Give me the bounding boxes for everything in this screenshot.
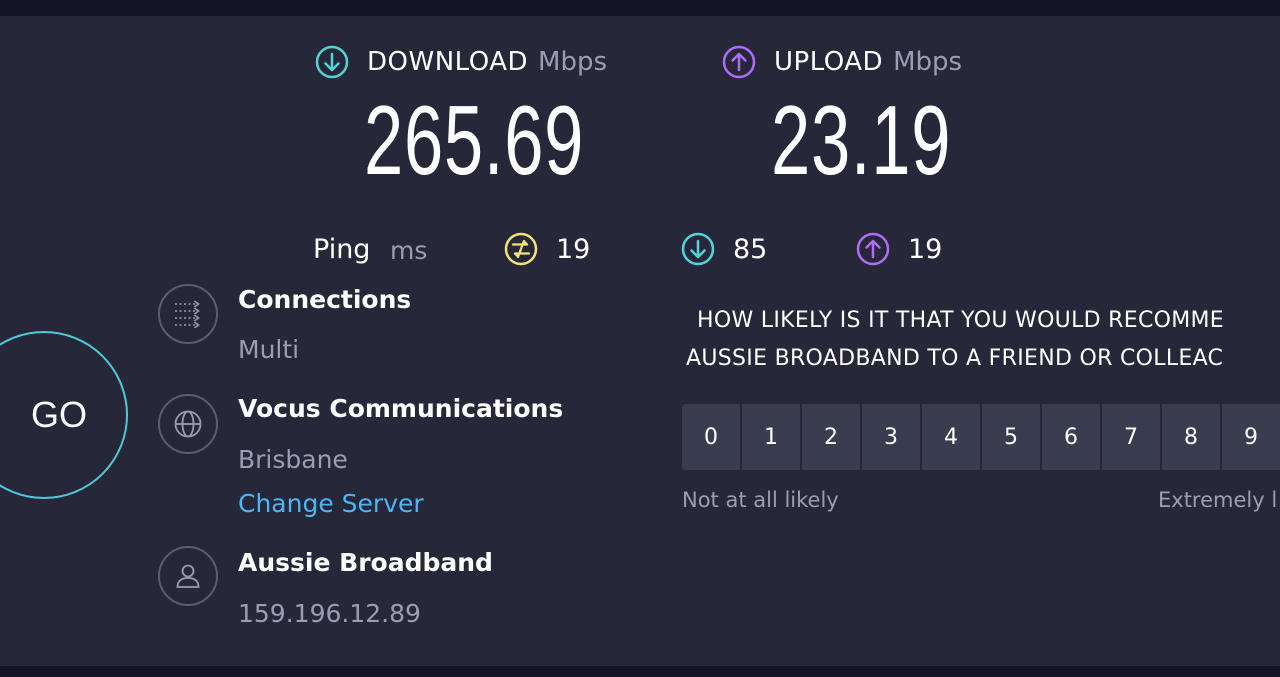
ping-download-value: 85 — [733, 233, 768, 265]
ping-upload: 19 — [856, 232, 942, 266]
scale-option-5[interactable]: 5 — [982, 404, 1040, 470]
bottom-strip — [0, 666, 1280, 677]
survey-question-line-1: HOW LIKELY IS IT THAT YOU WOULD RECOMME — [697, 308, 1225, 333]
ping-idle: 19 — [504, 232, 590, 266]
ping-upload-value: 19 — [908, 233, 943, 265]
upload-unit: Mbps — [893, 47, 963, 77]
download-label: DOWNLOAD — [367, 47, 529, 77]
scale-option-0[interactable]: 0 — [682, 404, 740, 470]
provider-name: Aussie Broadband — [238, 548, 493, 577]
download-header: DOWNLOAD Mbps — [315, 45, 607, 79]
scale-option-6[interactable]: 6 — [1042, 404, 1100, 470]
download-unit: Mbps — [538, 47, 608, 77]
globe-icon — [158, 394, 218, 454]
server-location: Brisbane — [238, 445, 348, 474]
scale-option-4[interactable]: 4 — [922, 404, 980, 470]
user-icon — [158, 546, 218, 606]
ping-idle-value: 19 — [556, 233, 591, 265]
scale-option-1[interactable]: 1 — [742, 404, 800, 470]
scale-option-2[interactable]: 2 — [802, 404, 860, 470]
arrow-down-circle-icon — [315, 45, 349, 79]
connections-icon[interactable] — [158, 284, 218, 344]
arrow-up-circle-icon — [856, 232, 890, 266]
speedtest-results-panel: DOWNLOAD Mbps 265.69 UPLOAD Mbps 23.19 P… — [0, 16, 1280, 666]
survey-question-line-2: AUSSIE BROADBAND TO A FRIEND OR COLLEAC — [686, 346, 1224, 371]
scale-option-7[interactable]: 7 — [1102, 404, 1160, 470]
ping-unit: ms — [390, 236, 428, 265]
download-speed-value: 265.69 — [364, 85, 585, 195]
upload-header: UPLOAD Mbps — [722, 45, 962, 79]
connections-value: Multi — [238, 335, 300, 364]
server-name: Vocus Communications — [238, 394, 564, 423]
connections-title: Connections — [238, 285, 412, 314]
scale-high-label: Extremely l — [1158, 488, 1278, 512]
scale-low-label: Not at all likely — [682, 488, 839, 512]
upload-speed-value: 23.19 — [771, 85, 952, 195]
scale-option-3[interactable]: 3 — [862, 404, 920, 470]
upload-label: UPLOAD — [774, 47, 884, 77]
ping-label: Ping — [313, 234, 371, 265]
scale-option-9[interactable]: 9 — [1222, 404, 1280, 470]
arrow-up-circle-icon — [722, 45, 756, 79]
go-button[interactable]: GO — [0, 331, 128, 499]
provider-ip: 159.196.12.89 — [238, 599, 421, 628]
change-server-link[interactable]: Change Server — [238, 489, 424, 518]
ping-download: 85 — [681, 232, 767, 266]
scale-option-8[interactable]: 8 — [1162, 404, 1220, 470]
ping-idle-icon — [504, 232, 538, 266]
arrow-down-circle-icon — [681, 232, 715, 266]
recommend-scale: 0123456789 — [682, 404, 1280, 470]
